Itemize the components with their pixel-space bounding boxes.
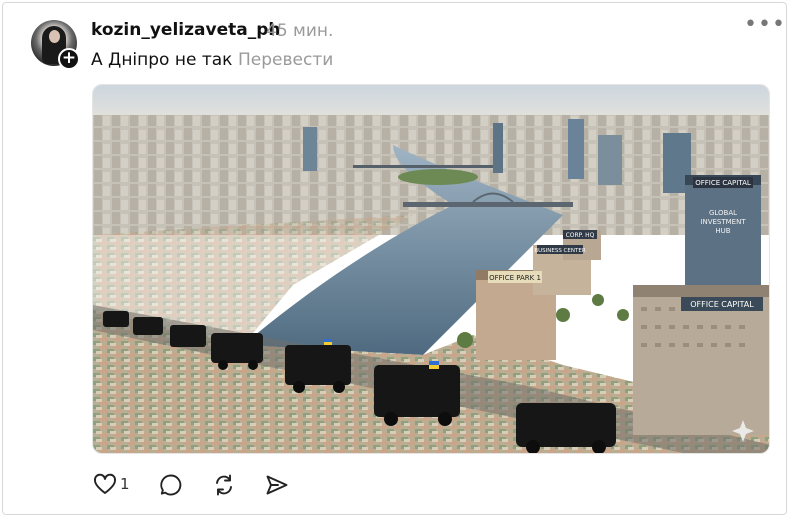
- heart-icon[interactable]: [92, 472, 118, 498]
- username[interactable]: kozin_yelizaveta_ph: [91, 20, 280, 40]
- post-image[interactable]: OFFICE CAPITAL GLOBAL INVESTMENT HUB COR…: [92, 84, 770, 454]
- follow-plus-icon[interactable]: +: [58, 48, 80, 70]
- sign-office-capital-top: OFFICE CAPITAL: [695, 179, 751, 187]
- sign-business-center: BUSINESS CENTER: [534, 248, 585, 254]
- avatar-face: [49, 30, 60, 43]
- sign-global-3: HUB: [715, 227, 730, 235]
- post-text: А Дніпро не так: [91, 50, 233, 70]
- sign-office-capital-bottom: OFFICE CAPITAL: [690, 300, 754, 309]
- sign-corp-hq: CORP. HQ: [566, 232, 595, 239]
- sign-global-1: GLOBAL: [709, 209, 737, 217]
- repost-icon[interactable]: [211, 472, 237, 498]
- translate-link[interactable]: Перевести: [238, 50, 333, 70]
- sign-global-2: INVESTMENT: [700, 218, 746, 226]
- like-count: 1: [120, 475, 130, 493]
- city-river-illustration: OFFICE CAPITAL GLOBAL INVESTMENT HUB COR…: [93, 85, 769, 453]
- post-timestamp: 45 мин.: [266, 21, 334, 41]
- comment-icon[interactable]: [158, 472, 184, 498]
- more-horizontal-icon[interactable]: •••: [744, 14, 785, 38]
- send-icon[interactable]: [264, 472, 290, 498]
- sign-office-park: OFFICE PARK 1: [489, 274, 541, 282]
